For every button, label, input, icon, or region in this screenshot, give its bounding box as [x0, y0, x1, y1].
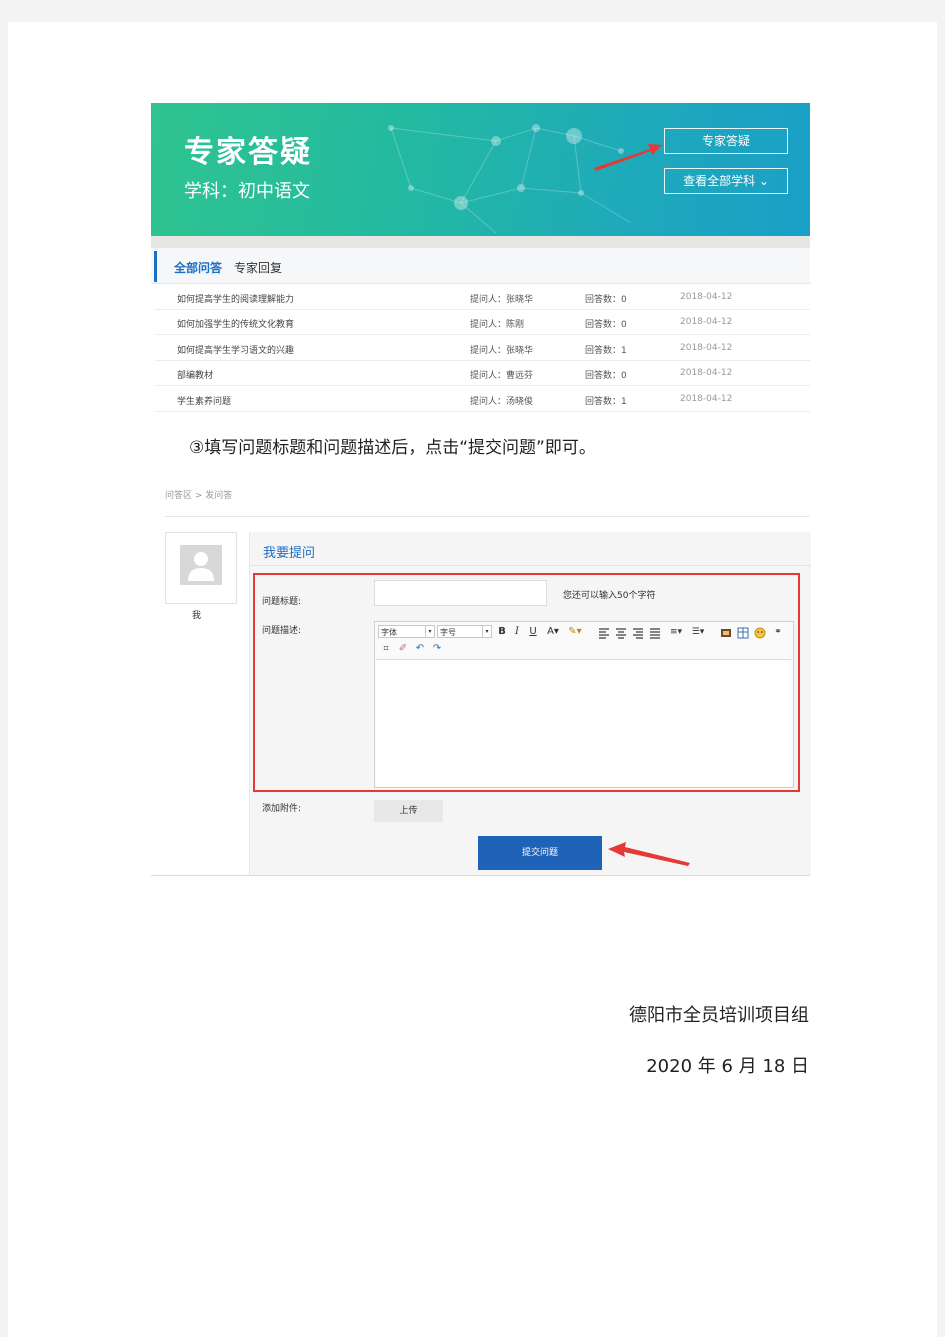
question-title[interactable]: 如何提高学生学习语文的兴趣 [177, 343, 294, 356]
question-date: 2018-04-12 [680, 394, 733, 404]
question-answer-count: 回答数：1 [585, 397, 627, 407]
instruction-text: ③填写问题标题和问题描述后，点击“提交问题”即可。 [189, 438, 596, 458]
signature-organization: 德阳市全员培训项目组 [629, 1005, 809, 1026]
user-name: 我 [192, 611, 202, 621]
expert-qa-screenshot: 专家答疑 学科：初中语文 专家答疑 查看全部学科 ⌄ 全部问答 专家回复 如何提… [151, 103, 810, 412]
question-asker: 提问人：曹远芬 [470, 371, 534, 381]
question-row[interactable]: 如何提高学生的阅读理解能力 提问人：张晓华 回答数：0 2018-04-12 [155, 284, 810, 310]
expert-banner: 专家答疑 学科：初中语文 专家答疑 查看全部学科 ⌄ [151, 103, 810, 236]
question-asker: 提问人：张晓华 [470, 346, 534, 356]
question-asker: 提问人：陈刚 [470, 320, 525, 330]
avatar [165, 532, 237, 604]
question-row[interactable]: 学生素养问题 提问人：汤晓俊 回答数：1 2018-04-12 [155, 386, 810, 412]
qa-tabs: 全部问答 专家回复 [151, 248, 810, 284]
question-title[interactable]: 如何提高学生的阅读理解能力 [177, 292, 294, 305]
banner-divider [151, 236, 810, 248]
red-arrow-icon [608, 842, 690, 866]
attachment-label: 添加附件: [262, 804, 302, 814]
question-answer-count: 回答数：1 [585, 346, 627, 356]
question-title[interactable]: 如何加强学生的传统文化教育 [177, 317, 294, 330]
breadcrumb-divider [165, 516, 810, 517]
expert-qa-button[interactable]: 专家答疑 [664, 128, 788, 154]
signature-date: 2020 年 6 月 18 日 [646, 1056, 809, 1077]
question-date: 2018-04-12 [680, 368, 733, 378]
question-date: 2018-04-12 [680, 292, 733, 302]
question-asker: 提问人：汤晓俊 [470, 397, 534, 407]
question-title[interactable]: 部编教材 [177, 368, 213, 381]
question-row[interactable]: 如何提高学生学习语文的兴趣 提问人：张晓华 回答数：1 2018-04-12 [155, 335, 810, 361]
question-asker: 提问人：张晓华 [470, 295, 534, 305]
tab-all-qa[interactable]: 全部问答 [174, 259, 222, 276]
question-title[interactable]: 学生素养问题 [177, 394, 231, 407]
view-all-subjects-button[interactable]: 查看全部学科 ⌄ [664, 168, 788, 194]
question-date: 2018-04-12 [680, 343, 733, 353]
screenshot-divider [151, 875, 810, 876]
banner-title: 专家答疑 [184, 135, 312, 170]
question-date: 2018-04-12 [680, 317, 733, 327]
submit-question-button[interactable]: 提交问题 [478, 836, 602, 870]
banner-subject: 学科：初中语文 [184, 181, 310, 202]
user-icon [180, 545, 222, 585]
red-arrow-icon [594, 144, 662, 171]
breadcrumb[interactable]: 问答区 > 发问答 [165, 488, 232, 501]
highlight-frame [253, 573, 800, 792]
upload-button[interactable]: 上传 [374, 800, 443, 822]
question-row[interactable]: 如何加强学生的传统文化教育 提问人：陈刚 回答数：0 2018-04-12 [155, 309, 810, 335]
panel-divider [250, 565, 811, 566]
active-tab-indicator [154, 251, 157, 282]
question-answer-count: 回答数：0 [585, 320, 627, 330]
question-answer-count: 回答数：0 [585, 295, 627, 305]
question-row[interactable]: 部编教材 提问人：曹远芬 回答数：0 2018-04-12 [155, 360, 810, 386]
tab-expert-reply[interactable]: 专家回复 [234, 259, 282, 276]
question-answer-count: 回答数：0 [585, 371, 627, 381]
panel-title: 我要提问 [263, 546, 316, 561]
